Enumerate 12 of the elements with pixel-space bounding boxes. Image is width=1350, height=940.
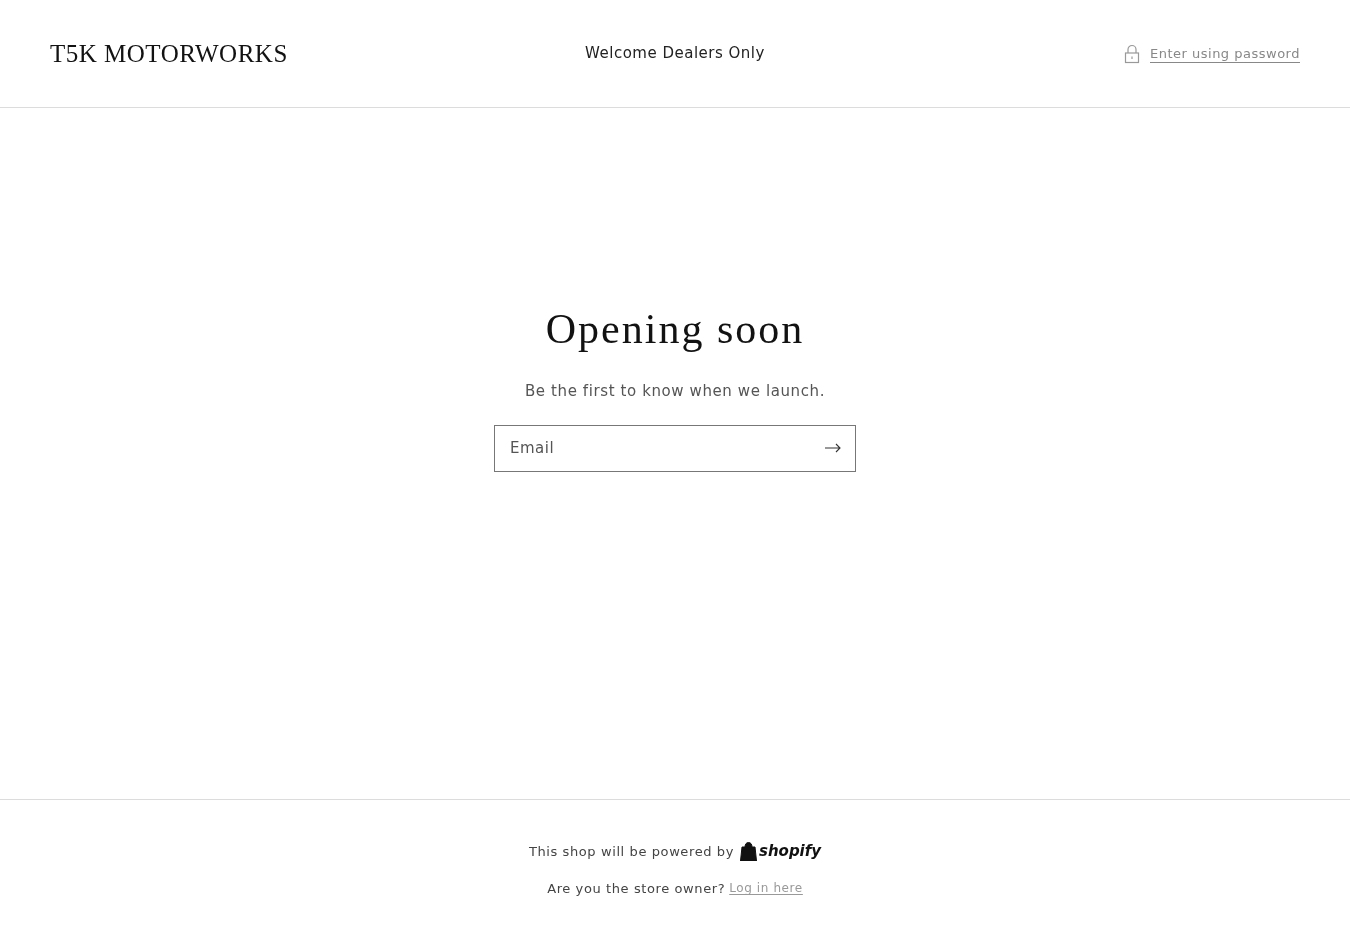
powered-by-text: This shop will be powered by [528,842,734,861]
password-link[interactable]: Enter using password [1150,43,1300,64]
lock-icon [1124,43,1140,64]
shopify-logo[interactable]: shopify [739,840,822,863]
arrow-right-icon [825,443,841,453]
shopping-bag-icon [739,841,757,861]
announcement-text: Welcome Dealers Only [585,43,765,65]
email-field[interactable]: Email [494,424,856,472]
page-heading: Opening soon [545,308,805,350]
subheading-text: Be the first to know when we launch. [525,381,825,402]
store-logo[interactable]: T5K MOTORWORKS [50,39,288,67]
store-owner-text: Are you the store owner? [547,879,726,898]
